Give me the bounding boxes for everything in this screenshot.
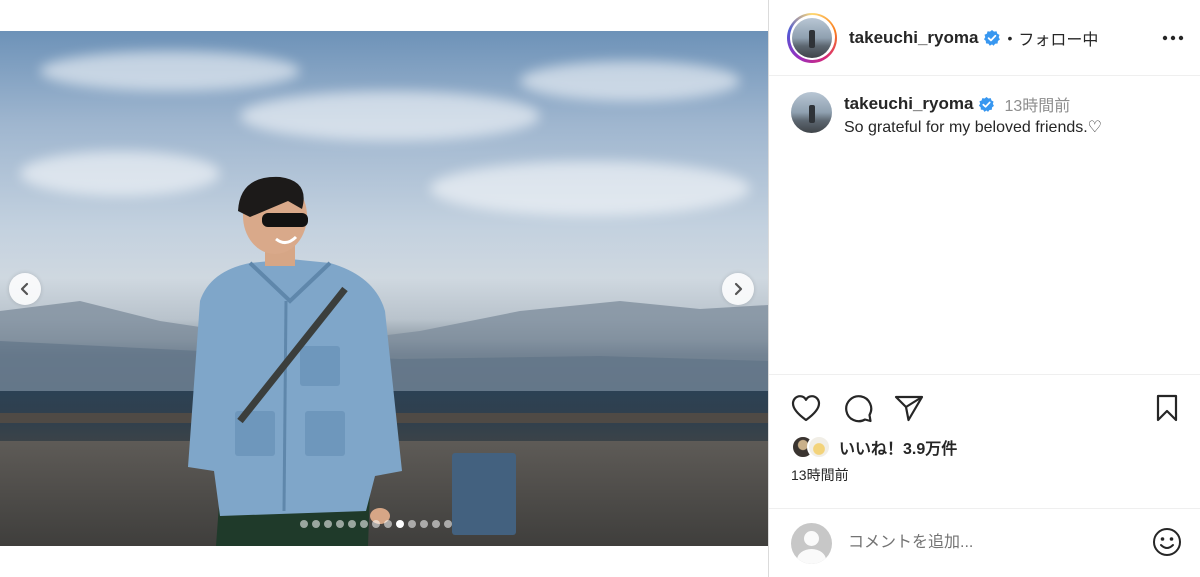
current-user-avatar: [791, 522, 832, 564]
carousel-dot: [444, 520, 452, 528]
post-caption: takeuchi_ryoma 13時間前 So grateful for my …: [791, 92, 1181, 137]
post-timestamp[interactable]: 13時間前: [791, 465, 849, 485]
carousel-dot: [396, 520, 404, 528]
carousel-dot: [384, 520, 392, 528]
comment-bubble-icon: [845, 395, 873, 423]
comment-button[interactable]: [842, 392, 874, 424]
post-details-panel: takeuchi_ryoma • フォロー中 takeuchi_ryoma 13…: [768, 0, 1200, 577]
photo-cloud: [40, 51, 300, 91]
carousel-dot: [324, 520, 332, 528]
liker-avatar[interactable]: [807, 435, 831, 459]
previous-image-button[interactable]: [9, 273, 41, 305]
carousel-dot: [312, 520, 320, 528]
avatar: [792, 17, 832, 58]
post-actions: いいね！3.9万件 13時間前: [769, 374, 1200, 508]
save-button[interactable]: [1151, 392, 1183, 424]
carousel-dot: [372, 520, 380, 528]
following-button[interactable]: フォロー中: [1018, 26, 1098, 50]
bookmark-icon: [1156, 394, 1178, 422]
carousel-indicator: [300, 520, 452, 528]
photo-cloud: [240, 91, 540, 141]
verified-badge-icon: [978, 96, 995, 113]
likes-count[interactable]: いいね！3.9万件: [839, 435, 957, 459]
carousel-dot: [360, 520, 368, 528]
comment-input[interactable]: [848, 528, 1118, 558]
comment-composer: [769, 508, 1200, 577]
photo-cloud: [430, 161, 750, 216]
post-photo[interactable]: [0, 31, 768, 546]
photo-person: [188, 176, 402, 546]
caption-text: So grateful for my beloved friends.♡: [844, 119, 1103, 136]
chevron-right-icon: [734, 282, 743, 296]
share-button[interactable]: [893, 392, 925, 424]
post-media: [0, 0, 768, 577]
photo-trash-bin: [452, 453, 516, 535]
verified-badge-icon: [983, 29, 1001, 47]
paper-plane-icon: [894, 395, 924, 422]
carousel-dot: [432, 520, 440, 528]
carousel-dot: [300, 520, 308, 528]
photo-cloud: [520, 61, 740, 101]
likes-summary: いいね！3.9万件: [791, 435, 957, 459]
carousel-dot: [420, 520, 428, 528]
carousel-dot: [408, 520, 416, 528]
caption-avatar[interactable]: [791, 92, 832, 133]
smiley-icon: [1153, 528, 1181, 556]
story-ring-avatar[interactable]: [787, 12, 837, 63]
heart-icon: [791, 395, 821, 422]
chevron-left-icon: [20, 282, 29, 296]
like-button[interactable]: [790, 392, 822, 424]
more-options-button[interactable]: [1159, 24, 1187, 52]
carousel-dot: [348, 520, 356, 528]
caption-username[interactable]: takeuchi_ryoma: [844, 94, 973, 114]
header-separator: •: [1007, 29, 1013, 46]
more-options-icon: [1162, 35, 1184, 41]
header-username[interactable]: takeuchi_ryoma: [849, 28, 978, 48]
caption-timestamp[interactable]: 13時間前: [1004, 92, 1070, 116]
post-header: takeuchi_ryoma • フォロー中: [769, 0, 1200, 76]
next-image-button[interactable]: [722, 273, 754, 305]
emoji-button[interactable]: [1151, 526, 1183, 558]
carousel-dot: [336, 520, 344, 528]
